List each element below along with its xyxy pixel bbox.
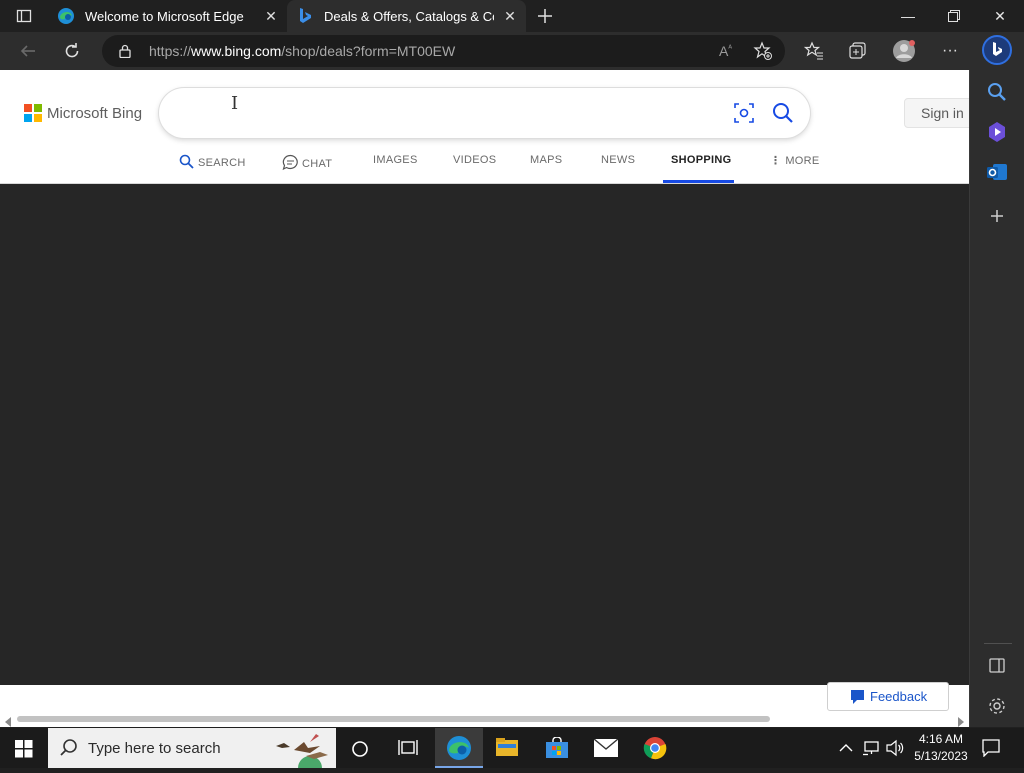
close-window-button[interactable]: ✕ [977, 0, 1023, 32]
collections-icon[interactable] [844, 37, 872, 65]
restore-button[interactable] [931, 0, 977, 32]
url-domain: www.bing.com [191, 43, 282, 59]
deals-content-area [0, 184, 969, 685]
feedback-button[interactable]: Feedback [827, 682, 949, 711]
system-clock[interactable]: 4:16 AM 5/13/2023 [906, 731, 976, 765]
more-dots-icon: ⋮ [770, 155, 782, 167]
feedback-icon [851, 690, 865, 707]
folder-icon [496, 738, 518, 756]
feedback-label: Feedback [870, 689, 928, 704]
sidebar-settings-gear-icon[interactable] [984, 693, 1010, 719]
windows-start-icon[interactable] [15, 740, 33, 763]
tab-strip: Welcome to Microsoft Edge ✕ Deals & Offe… [0, 0, 1024, 32]
new-tab-button[interactable] [535, 6, 555, 26]
nav-more[interactable]: ⋮ MORE [770, 154, 820, 167]
taskbar-file-explorer[interactable] [484, 728, 532, 768]
nav-label: CHAT [302, 158, 333, 170]
url-text[interactable]: https://www.bing.com/shop/deals?form=MT0… [149, 43, 455, 59]
nav-videos[interactable]: VIDEOS [453, 154, 496, 166]
scrollbar-thumb[interactable] [17, 716, 770, 722]
nav-label: MORE [785, 155, 820, 167]
text-cursor-icon: I [231, 93, 239, 114]
bing-header: Microsoft Bing I Sign in SEARCH CHAT IMA… [0, 70, 969, 184]
nav-search[interactable]: SEARCH [179, 154, 246, 169]
notification-center-icon[interactable] [982, 739, 1000, 762]
microsoft-logo-icon [24, 104, 42, 122]
tab-title: Welcome to Microsoft Edge [85, 9, 244, 24]
address-bar[interactable]: https://www.bing.com/shop/deals?form=MT0… [102, 35, 785, 67]
profile-avatar-icon[interactable] [890, 37, 918, 65]
nav-chat[interactable]: CHAT [282, 154, 332, 171]
sidebar-discover-icon[interactable] [984, 119, 1010, 145]
chat-bubble-icon [282, 154, 298, 171]
browser-toolbar: https://www.bing.com/shop/deals?form=MT0… [0, 32, 1024, 70]
network-icon[interactable] [862, 740, 880, 761]
nav-label: SEARCH [198, 157, 246, 169]
mail-envelope-icon [593, 738, 619, 757]
edge-favicon-icon [57, 7, 75, 28]
sidebar-outlook-icon[interactable] [984, 159, 1010, 185]
edge-icon [447, 736, 471, 760]
clock-date: 5/13/2023 [914, 749, 968, 763]
nav-images[interactable]: IMAGES [373, 154, 418, 166]
search-icon [60, 739, 78, 762]
edge-sidebar [969, 70, 1024, 727]
hide-sidebar-icon[interactable] [984, 653, 1010, 679]
tab-welcome-edge[interactable]: Welcome to Microsoft Edge ✕ [48, 0, 286, 32]
chrome-icon [643, 737, 667, 760]
logo-text: Microsoft Bing [47, 104, 143, 122]
sidebar-search-icon[interactable] [984, 79, 1010, 105]
url-prefix: https:// [149, 43, 192, 59]
close-tab-icon[interactable]: ✕ [502, 8, 518, 24]
task-view-icon[interactable] [398, 739, 418, 762]
search-icon[interactable] [772, 102, 794, 129]
show-hidden-icons-chevron-icon[interactable] [839, 741, 853, 759]
sidebar-add-icon[interactable] [984, 203, 1010, 229]
birds-illustration-icon [266, 728, 334, 773]
horizontal-scrollbar[interactable] [0, 711, 969, 727]
windows-taskbar: Type here to search 4:16 AM 5/13/2023 [0, 728, 1024, 773]
search-nav-icon [179, 154, 194, 169]
bing-copilot-icon[interactable] [982, 35, 1012, 65]
volume-speaker-icon[interactable] [886, 739, 904, 762]
search-box[interactable]: I [159, 88, 810, 138]
taskbar-chrome[interactable] [631, 728, 679, 768]
lock-icon[interactable] [119, 44, 131, 63]
back-arrow-icon[interactable] [14, 37, 42, 65]
tab-bing-deals[interactable]: Deals & Offers, Catalogs & Coup ✕ [287, 0, 526, 32]
tab-title: Deals & Offers, Catalogs & Coup [324, 9, 494, 24]
nav-shopping[interactable]: SHOPPING [671, 154, 731, 166]
close-tab-icon[interactable]: ✕ [263, 8, 279, 24]
visual-search-icon[interactable] [734, 103, 754, 128]
store-bag-icon [546, 736, 568, 758]
taskbar-edge-app[interactable] [435, 728, 483, 768]
nav-maps[interactable]: MAPS [530, 154, 562, 166]
refresh-icon[interactable] [58, 37, 86, 65]
more-options-icon[interactable]: ··· [936, 37, 964, 65]
bing-favicon-icon [298, 8, 312, 27]
sidebar-divider [984, 643, 1012, 644]
minimize-button[interactable]: — [885, 0, 931, 32]
search-input[interactable] [179, 100, 719, 126]
page-content: Microsoft Bing I Sign in SEARCH CHAT IMA… [0, 70, 969, 715]
url-path: /shop/deals?form=MT00EW [281, 43, 456, 59]
favorite-star-icon[interactable] [753, 41, 773, 66]
cortana-icon[interactable] [351, 740, 369, 763]
taskbar-mail[interactable] [582, 728, 630, 768]
taskbar-search-placeholder: Type here to search [88, 740, 221, 757]
nav-news[interactable]: NEWS [601, 154, 635, 166]
read-aloud-icon[interactable]: Aᴬ [719, 43, 732, 59]
sign-in-button[interactable]: Sign in [904, 98, 969, 128]
taskbar-store[interactable] [533, 728, 581, 768]
favorites-icon[interactable] [800, 37, 828, 65]
clock-time: 4:16 AM [918, 732, 964, 746]
bing-logo[interactable]: Microsoft Bing [24, 104, 142, 122]
active-tab-indicator [663, 180, 734, 183]
taskbar-search-box[interactable]: Type here to search [48, 728, 336, 773]
tab-actions-icon[interactable] [16, 8, 32, 24]
